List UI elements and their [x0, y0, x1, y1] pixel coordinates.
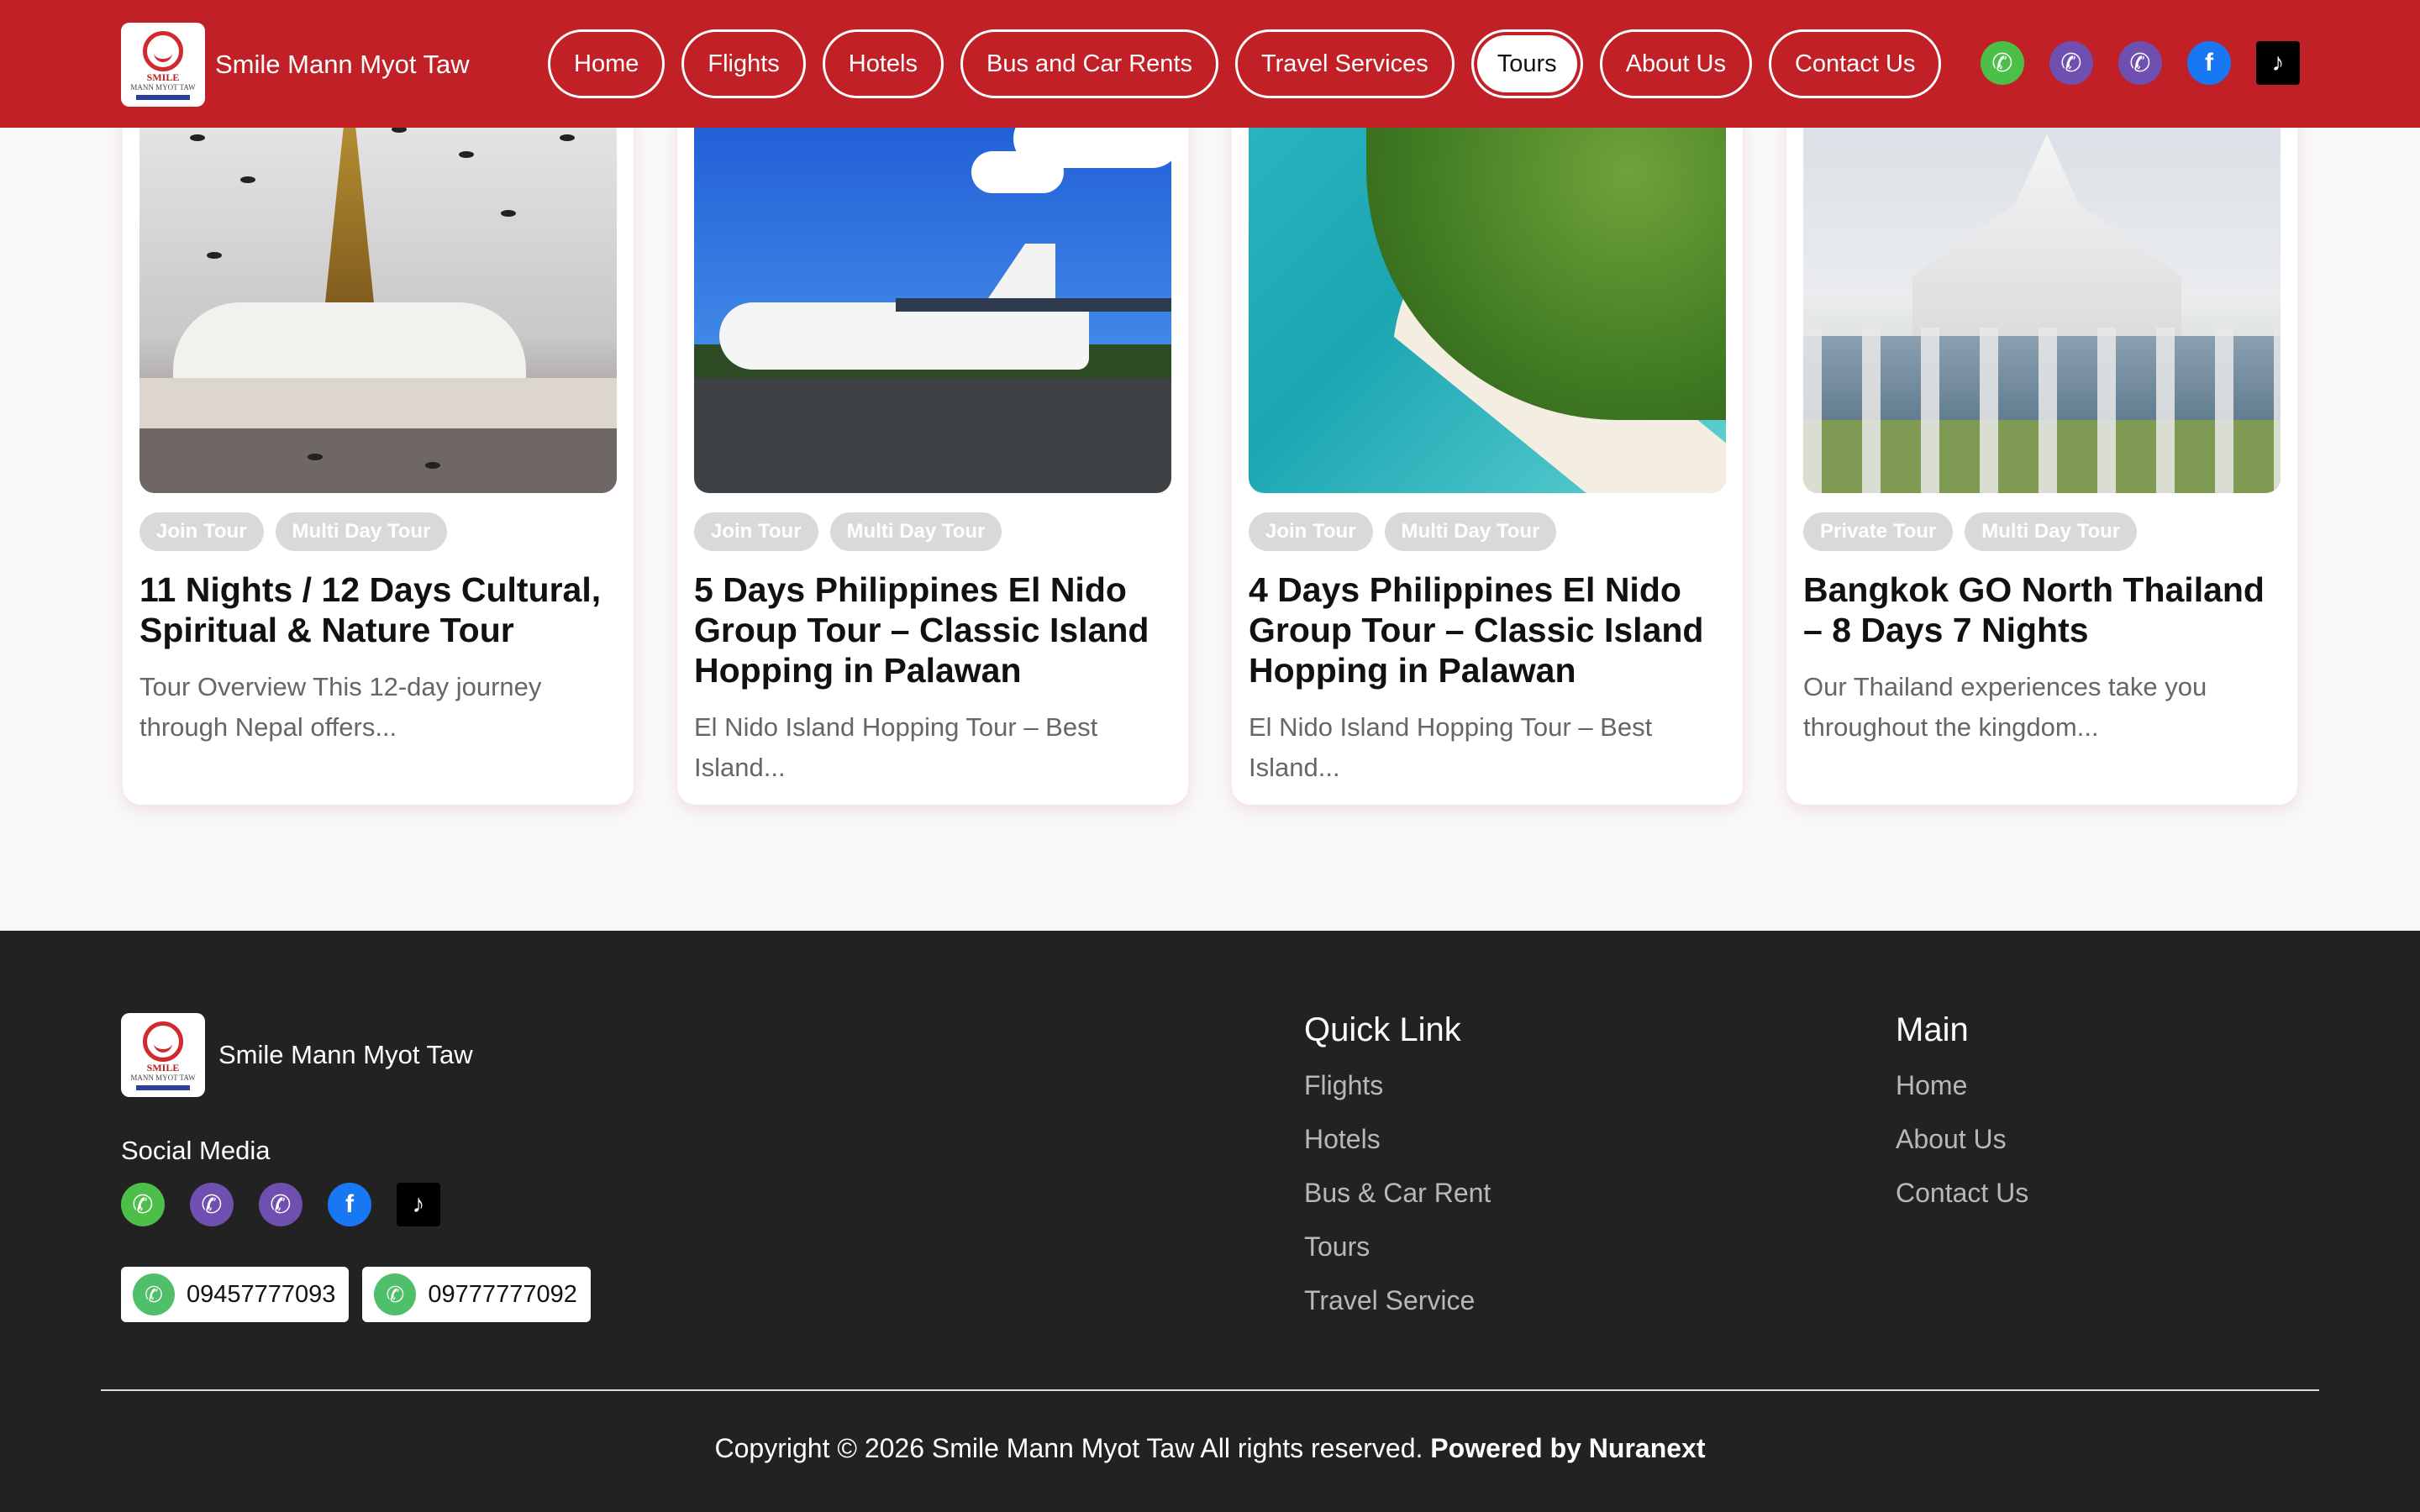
tour-title[interactable]: 5 Days Philippines El Nido Group Tour – … [694, 570, 1171, 690]
phone-icon: ✆ [133, 1273, 175, 1315]
viber-icon[interactable]: ✆ [190, 1183, 234, 1226]
tag-badge: Join Tour [1249, 512, 1373, 551]
nav-travel-services[interactable]: Travel Services [1235, 29, 1455, 98]
tour-tags: Join Tour Multi Day Tour [1249, 512, 1557, 551]
top-navigation-bar: SMILE MANN MYOT TAW Smile Mann Myot Taw … [0, 0, 2420, 128]
nav-home[interactable]: Home [548, 29, 666, 98]
facebook-icon[interactable]: f [2187, 41, 2231, 85]
viber-icon[interactable]: ✆ [2049, 41, 2093, 85]
brand-logo: SMILE MANN MYOT TAW [121, 23, 205, 107]
phone-numbers: ✆ 09457777093 ✆ 09777777092 [121, 1267, 591, 1322]
tour-title[interactable]: 4 Days Philippines El Nido Group Tour – … [1249, 570, 1726, 690]
tag-badge: Join Tour [694, 512, 818, 551]
quick-link-list: Flights Hotels Bus & Car Rent Tours Trav… [1304, 1067, 1491, 1336]
quick-link-heading: Quick Link [1304, 1011, 1461, 1048]
nav-about-us[interactable]: About Us [1599, 29, 1752, 98]
tag-badge: Join Tour [139, 512, 264, 551]
nav-tours[interactable]: Tours [1470, 29, 1583, 98]
tour-image-el-nido-beach[interactable] [1249, 101, 1726, 493]
main-heading: Main [1896, 1011, 1969, 1048]
phone-number-button[interactable]: ✆ 09457777093 [121, 1267, 350, 1322]
nav-flights[interactable]: Flights [681, 29, 806, 98]
tag-badge: Multi Day Tour [829, 512, 1002, 551]
viber-icon[interactable]: ✆ [259, 1183, 302, 1226]
tour-description: El Nido Island Hopping Tour – Best Islan… [1249, 712, 1653, 782]
tag-badge: Multi Day Tour [1384, 512, 1557, 551]
tour-tags: Join Tour Multi Day Tour [694, 512, 1002, 551]
phone-icon[interactable]: ✆ [121, 1183, 165, 1226]
brand-link[interactable]: SMILE MANN MYOT TAW Smile Mann Myot Taw [121, 23, 470, 107]
footer-social-links: ✆ ✆ ✆ f ♪ [121, 1183, 440, 1226]
copyright-text: Copyright © 2026 Smile Mann Myot Taw All… [0, 1433, 2420, 1464]
tag-badge: Multi Day Tour [275, 512, 448, 551]
footer-link-home[interactable]: Home [1896, 1067, 2028, 1121]
brand-name: Smile Mann Myot Taw [215, 50, 470, 79]
tour-image-white-temple[interactable] [1803, 101, 2281, 493]
social-media-heading: Social Media [121, 1136, 271, 1165]
phone-number: 09457777093 [187, 1280, 336, 1308]
copyright-notice: Copyright © 2026 Smile Mann Myot Taw All… [714, 1433, 1423, 1463]
nav-bus-car-rents[interactable]: Bus and Car Rents [960, 29, 1218, 98]
powered-by-link[interactable]: Powered by Nuranext [1430, 1433, 1705, 1463]
footer-link-about-us[interactable]: About Us [1896, 1121, 2028, 1174]
tour-card[interactable]: Join Tour Multi Day Tour 5 Days Philippi… [677, 101, 1188, 805]
footer-divider [101, 1389, 2319, 1391]
footer-link-tours[interactable]: Tours [1304, 1228, 1491, 1282]
tag-badge: Multi Day Tour [1965, 512, 2138, 551]
phone-icon[interactable]: ✆ [1981, 41, 2024, 85]
tour-card[interactable]: Join Tour Multi Day Tour 11 Nights / 12 … [123, 101, 634, 805]
footer-link-bus-car-rent[interactable]: Bus & Car Rent [1304, 1174, 1491, 1228]
tour-image-nepal-stupa[interactable] [139, 101, 617, 493]
footer-link-flights[interactable]: Flights [1304, 1067, 1491, 1121]
footer-logo: SMILE MANN MYOT TAW [121, 1013, 205, 1097]
phone-icon: ✆ [374, 1273, 417, 1315]
nav-hotels[interactable]: Hotels [822, 29, 944, 98]
tour-tags: Private Tour Multi Day Tour [1803, 512, 2138, 551]
tour-tags: Join Tour Multi Day Tour [139, 512, 448, 551]
tour-image-airplane[interactable] [694, 101, 1171, 493]
tour-description: Tour Overview This 12-day journey throug… [139, 672, 542, 742]
phone-number-button[interactable]: ✆ 09777777092 [362, 1267, 591, 1322]
header-social-links: ✆ ✆ ✆ f ♪ [1981, 41, 2300, 85]
tour-card[interactable]: Private Tour Multi Day Tour Bangkok GO N… [1786, 101, 2297, 805]
footer-link-travel-service[interactable]: Travel Service [1304, 1282, 1491, 1336]
tour-description: El Nido Island Hopping Tour – Best Islan… [694, 712, 1098, 782]
main-link-list: Home About Us Contact Us [1896, 1067, 2028, 1228]
footer-brand[interactable]: SMILE MANN MYOT TAW Smile Mann Myot Taw [121, 1013, 473, 1097]
footer-brand-name: Smile Mann Myot Taw [218, 1040, 473, 1069]
viber-icon[interactable]: ✆ [2118, 41, 2162, 85]
tiktok-icon[interactable]: ♪ [397, 1183, 440, 1226]
tour-description: Our Thailand experiences take you throug… [1803, 672, 2207, 742]
tour-title[interactable]: Bangkok GO North Thailand – 8 Days 7 Nig… [1803, 570, 2281, 650]
main-nav: Home Flights Hotels Bus and Car Rents Tr… [548, 29, 1942, 98]
phone-number: 09777777092 [428, 1280, 577, 1308]
tiktok-icon[interactable]: ♪ [2256, 41, 2300, 85]
tour-card[interactable]: Join Tour Multi Day Tour 4 Days Philippi… [1232, 101, 1743, 805]
tag-badge: Private Tour [1803, 512, 1954, 551]
tour-title[interactable]: 11 Nights / 12 Days Cultural, Spiritual … [139, 570, 617, 650]
facebook-icon[interactable]: f [328, 1183, 371, 1226]
footer-link-contact-us[interactable]: Contact Us [1896, 1174, 2028, 1228]
nav-contact-us[interactable]: Contact Us [1768, 29, 1942, 98]
footer-link-hotels[interactable]: Hotels [1304, 1121, 1491, 1174]
site-footer: SMILE MANN MYOT TAW Smile Mann Myot Taw … [0, 931, 2420, 1512]
